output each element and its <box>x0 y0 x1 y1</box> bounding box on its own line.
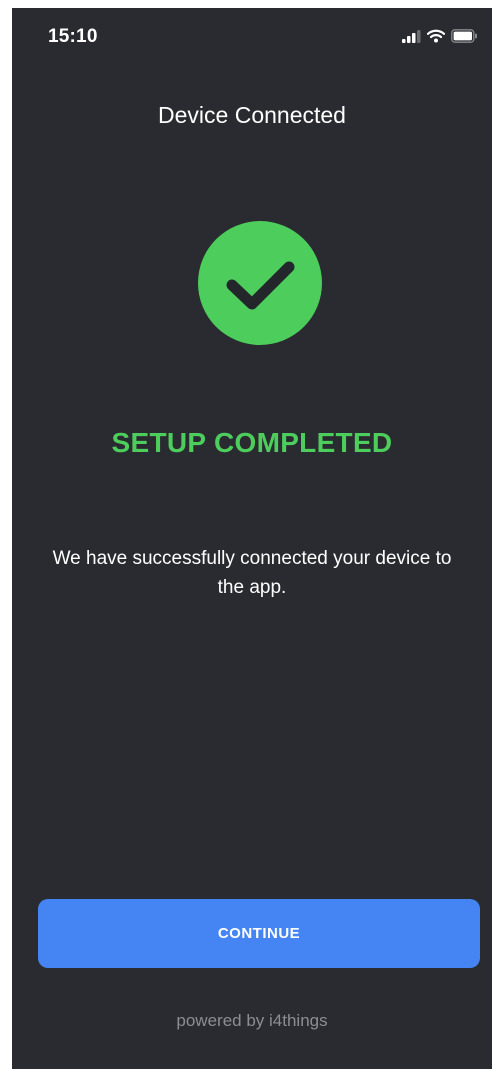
status-bar: 15:10 <box>12 8 492 68</box>
continue-button[interactable]: CONTINUE <box>38 899 480 968</box>
success-message: We have successfully connected your devi… <box>52 548 452 598</box>
checkmark-circle-icon <box>198 221 322 345</box>
battery-icon <box>451 29 478 43</box>
status-time: 15:10 <box>48 26 98 47</box>
page-title: Device Connected <box>158 102 346 128</box>
powered-by-text: powered by i4things <box>176 1011 328 1030</box>
app-screen: 15:10 Device Connected SETUP COMPLETED W… <box>12 8 492 1069</box>
status-icons <box>402 26 478 46</box>
setup-status-heading: SETUP COMPLETED <box>111 427 393 458</box>
wifi-icon <box>427 29 445 43</box>
cellular-signal-icon <box>402 29 421 43</box>
